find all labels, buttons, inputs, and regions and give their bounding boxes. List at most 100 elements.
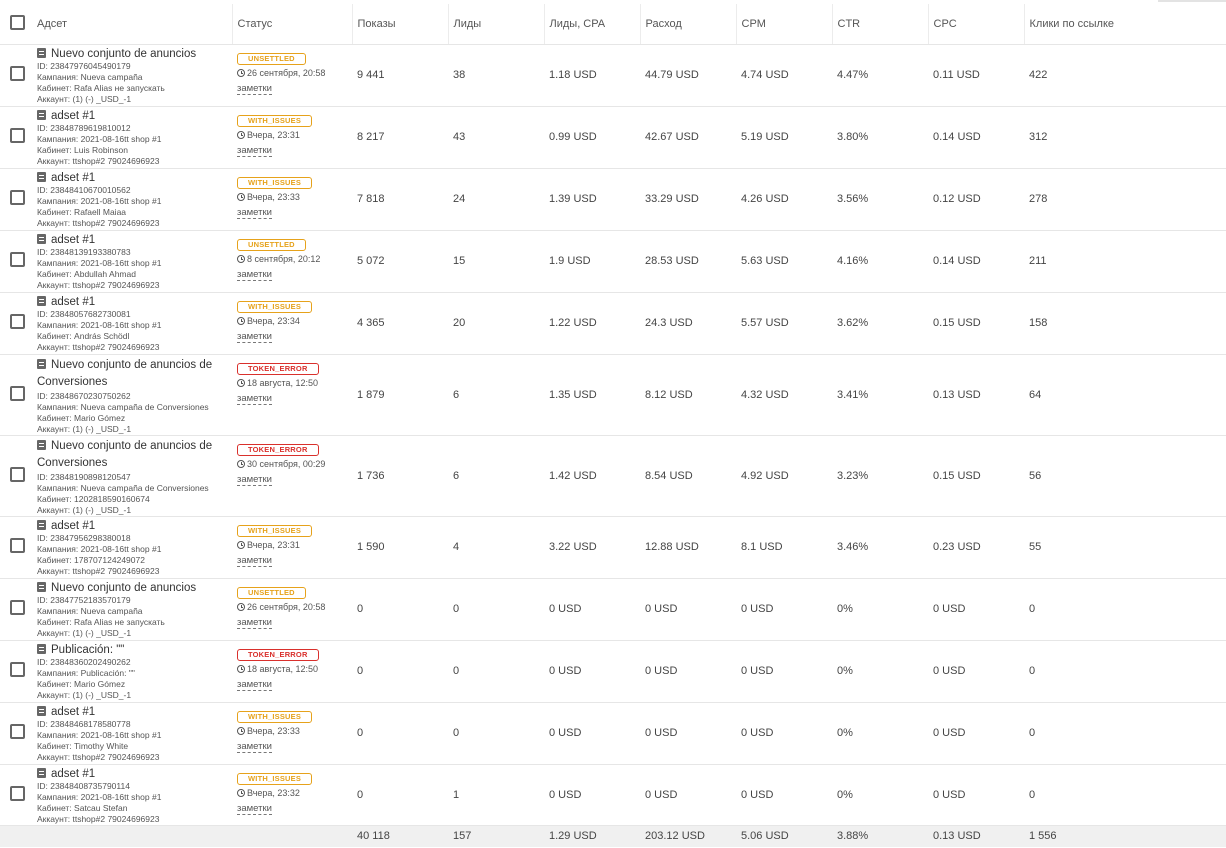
notes-link[interactable]: заметки: [237, 803, 272, 815]
row-checkbox[interactable]: [10, 385, 25, 401]
table-row[interactable]: adset #1 ID: 23848468178580778 Кампания: 2…: [0, 702, 1226, 765]
adset-id: ID: 23848468178580778: [37, 718, 131, 729]
select-all-checkbox[interactable]: [10, 14, 25, 30]
column-header-ctr[interactable]: CTR: [831, 4, 928, 45]
adset-title-line[interactable]: Nuevo conjunto de anuncios: [37, 581, 232, 595]
table-row[interactable]: Nuevo conjunto de anuncios ID: 2384797604…: [0, 44, 1226, 107]
adset-title-line[interactable]: adset #1: [37, 171, 232, 185]
notes-link[interactable]: заметки: [237, 269, 272, 281]
row-checkbox[interactable]: [10, 600, 25, 615]
adset-name[interactable]: adset #1: [51, 110, 95, 122]
adset-name[interactable]: Nuevo conjunto de anuncios de Conversion…: [37, 359, 212, 388]
totals-empty-cell: [32, 825, 232, 847]
row-checkbox[interactable]: [10, 724, 25, 739]
impressions-cell: 0: [352, 702, 448, 765]
row-select-cell: [0, 640, 32, 703]
row-checkbox[interactable]: [10, 252, 25, 267]
adset-title-line[interactable]: adset #1: [37, 233, 232, 247]
adset-title-line[interactable]: Nuevo conjunto de anuncios de Conversion…: [37, 357, 232, 391]
adset-name[interactable]: adset #1: [51, 172, 95, 184]
adset-title-line[interactable]: adset #1: [37, 767, 232, 781]
status-cell: WITH_ISSUES Вчера, 23:31 заметки: [232, 516, 352, 579]
status-cell: WITH_ISSUES Вчера, 23:32 заметки: [232, 764, 352, 826]
document-icon: [37, 767, 46, 778]
cpa-cell: 1.18 USD: [544, 44, 640, 107]
row-checkbox[interactable]: [10, 190, 25, 205]
column-header-status[interactable]: Статус: [231, 4, 352, 45]
adset-name[interactable]: Nuevo conjunto de anuncios de Conversion…: [37, 440, 212, 469]
link-clicks-cell: 422: [1024, 44, 1226, 107]
column-header-link-clicks[interactable]: Клики по ссылке: [1023, 4, 1226, 45]
column-header-impressions[interactable]: Показы: [351, 4, 448, 45]
table-row[interactable]: adset #1 ID: 23848408735790114 Кампания: 2…: [0, 764, 1226, 826]
notes-link[interactable]: заметки: [237, 741, 272, 753]
table-row[interactable]: Nuevo conjunto de anuncios de Conversion…: [0, 435, 1226, 517]
row-checkbox[interactable]: [10, 128, 25, 143]
table-row[interactable]: adset #1 ID: 23848789619810012 Кампания: 2…: [0, 106, 1226, 169]
notes-link[interactable]: заметки: [237, 617, 272, 629]
adset-cabinet: Кабинет: Luis Robinson: [37, 144, 128, 155]
cpm-cell: 4.74 USD: [736, 44, 832, 107]
notes-link[interactable]: заметки: [237, 555, 272, 567]
adset-title-line[interactable]: adset #1: [37, 519, 232, 533]
adset-cabinet: Кабинет: Mario Gómez: [37, 412, 126, 423]
notes-link[interactable]: заметки: [237, 207, 272, 219]
row-checkbox[interactable]: [10, 66, 25, 81]
table-row[interactable]: Nuevo conjunto de anuncios de Conversion…: [0, 354, 1226, 436]
notes-link[interactable]: заметки: [237, 331, 272, 343]
adset-name[interactable]: adset #1: [51, 768, 95, 780]
spend-cell: 12.88 USD: [640, 516, 736, 579]
adset-name[interactable]: adset #1: [51, 706, 95, 718]
adset-name[interactable]: Nuevo conjunto de anuncios: [51, 48, 196, 60]
row-checkbox[interactable]: [10, 466, 25, 482]
row-checkbox[interactable]: [10, 662, 25, 677]
notes-link[interactable]: заметки: [237, 679, 272, 691]
adset-title-line[interactable]: Publicación: "": [37, 643, 232, 657]
link-clicks-cell: 158: [1024, 292, 1226, 355]
table-row[interactable]: adset #1 ID: 23848139193380783 Кампания: 2…: [0, 230, 1226, 293]
adset-name[interactable]: adset #1: [51, 296, 95, 308]
adset-cell: adset #1 ID: 23848468178580778 Кампания: 2…: [32, 702, 232, 765]
notes-link[interactable]: заметки: [237, 145, 272, 157]
status-cell: WITH_ISSUES Вчера, 23:31 заметки: [232, 106, 352, 169]
table-row[interactable]: Publicación: "" ID: 23848360202490262 Камп…: [0, 640, 1226, 703]
adset-title-line[interactable]: adset #1: [37, 295, 232, 309]
status-time: 18 августа, 12:50: [237, 378, 352, 388]
adset-name[interactable]: adset #1: [51, 234, 95, 246]
adset-title-line[interactable]: Nuevo conjunto de anuncios: [37, 47, 232, 61]
table-row[interactable]: adset #1 ID: 23848410670010562 Кампания: 2…: [0, 168, 1226, 231]
column-header-adset[interactable]: Адсет: [32, 4, 232, 45]
adset-name[interactable]: Nuevo conjunto de anuncios: [51, 582, 196, 594]
adset-title-line[interactable]: Nuevo conjunto de anuncios de Conversion…: [37, 438, 232, 472]
adset-cabinet: Кабинет: Rafa Alias не запускать: [37, 82, 165, 93]
column-header-cpm[interactable]: CPM: [735, 4, 832, 45]
total-cpc: 0.13 USD: [928, 825, 1024, 847]
status-time-text: Вчера, 23:34: [247, 315, 300, 326]
adset-title-line[interactable]: adset #1: [37, 705, 232, 719]
notes-link[interactable]: заметки: [237, 393, 272, 405]
row-checkbox[interactable]: [10, 538, 25, 553]
notes-link[interactable]: заметки: [237, 83, 272, 95]
status-badge: UNSETTLED: [237, 52, 306, 65]
adset-title-line[interactable]: adset #1: [37, 109, 232, 123]
spend-cell: 28.53 USD: [640, 230, 736, 293]
adset-name[interactable]: adset #1: [51, 520, 95, 532]
ctr-cell: 0%: [832, 578, 928, 641]
cpa-cell: 1.42 USD: [544, 435, 640, 517]
column-header-cpc[interactable]: CPC: [927, 4, 1024, 45]
adset-account: Аккаунт: ttshop#2 79024696923: [37, 341, 160, 352]
column-header-leads[interactable]: Лиды: [447, 4, 544, 45]
adset-campaign: Кампания: 2021-08-16tt shop #1: [37, 319, 162, 330]
spend-cell: 8.12 USD: [640, 354, 736, 436]
column-header-cpa[interactable]: Лиды, CPA: [543, 4, 640, 45]
row-checkbox[interactable]: [10, 785, 25, 801]
table-row[interactable]: Nuevo conjunto de anuncios ID: 2384775218…: [0, 578, 1226, 641]
table-row[interactable]: adset #1 ID: 23848057682730081 Кампания: 2…: [0, 292, 1226, 355]
row-checkbox[interactable]: [10, 314, 25, 329]
adset-campaign: Кампания: 2021-08-16tt shop #1: [37, 729, 162, 740]
adset-name[interactable]: Publicación: "": [51, 644, 124, 656]
notes-link[interactable]: заметки: [237, 474, 272, 486]
cpa-cell: 0 USD: [544, 764, 640, 826]
table-row[interactable]: adset #1 ID: 23847956298380018 Кампания: 2…: [0, 516, 1226, 579]
column-header-spend[interactable]: Расход: [639, 4, 736, 45]
